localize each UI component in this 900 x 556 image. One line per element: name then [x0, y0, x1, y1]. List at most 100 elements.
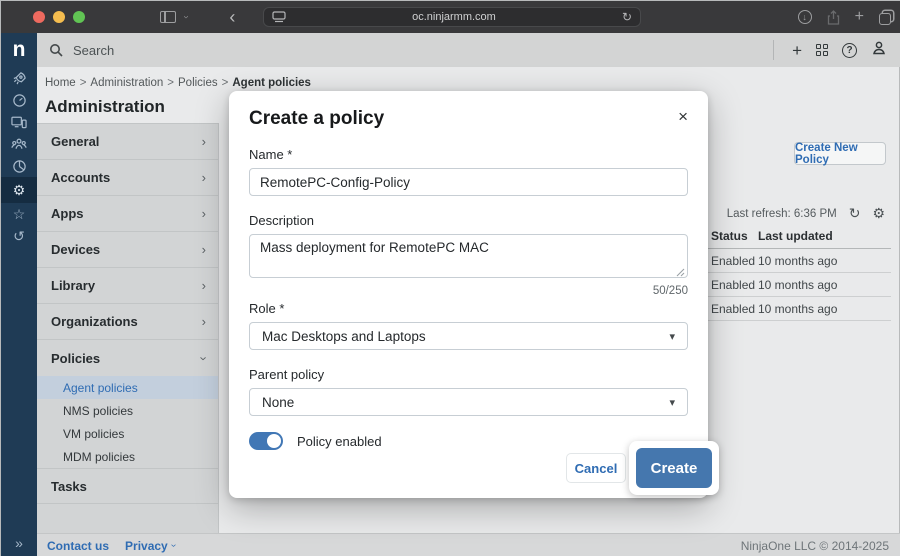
history-icon[interactable]: ↺	[1, 225, 37, 247]
parent-policy-select[interactable]: None ▾	[249, 388, 688, 416]
sidebar-item-tasks[interactable]: Tasks	[37, 468, 218, 504]
role-label: Role *	[249, 301, 688, 316]
table-settings-gear-icon[interactable]: ⚙	[872, 205, 885, 222]
chevron-right-icon: ›	[202, 278, 206, 293]
role-selected-value: Mac Desktops and Laptops	[262, 329, 426, 344]
cancel-button[interactable]: Cancel	[566, 453, 626, 483]
policy-enabled-toggle[interactable]	[249, 432, 283, 450]
breadcrumb: Home>Administration>Policies>Agent polic…	[45, 77, 311, 89]
favorites-star-icon[interactable]: ☆	[1, 203, 37, 225]
dropdown-caret-icon: ▾	[669, 396, 675, 409]
ninjaone-logo: n	[13, 33, 26, 67]
sidebar-subitem-nms-policies[interactable]: NMS policies	[37, 399, 218, 422]
page-settings-icon	[272, 11, 286, 23]
address-bar[interactable]: oc.ninjarmm.com ↻	[263, 7, 641, 27]
policy-enabled-label: Policy enabled	[297, 434, 382, 449]
description-label: Description	[249, 213, 688, 228]
search-input[interactable]	[73, 43, 373, 58]
chevron-right-icon: ›	[202, 170, 206, 185]
devices-icon[interactable]	[1, 111, 37, 133]
new-tab-icon[interactable]: +	[855, 8, 864, 26]
administration-gear-icon[interactable]: ⚙	[1, 177, 37, 203]
sidebar-item-policies[interactable]: Policies›	[37, 340, 218, 376]
table-toolbar: Last refresh: 6:36 PM ↻ ⚙	[727, 205, 885, 222]
sidebar-item-accounts[interactable]: Accounts›	[37, 160, 218, 196]
contact-us-link[interactable]: Contact us	[47, 539, 109, 553]
chevron-right-icon: ›	[202, 242, 206, 257]
refresh-icon[interactable]: ↻	[849, 205, 861, 222]
role-select[interactable]: Mac Desktops and Laptops ▾	[249, 322, 688, 350]
policy-description-textarea[interactable]: Mass deployment for RemotePC MAC	[249, 234, 688, 278]
create-new-policy-button[interactable]: Create New Policy	[794, 142, 886, 165]
left-icon-rail: n ⚙ ☆ ↺ »	[1, 33, 37, 556]
close-window-button[interactable]	[33, 11, 45, 23]
chevron-down-icon: ›	[168, 544, 179, 547]
dropdown-caret-icon: ▾	[669, 330, 675, 343]
table-row[interactable]: Enabled 10 months ago	[691, 297, 891, 321]
chevron-down-icon: ›	[196, 356, 211, 360]
create-button-highlight: Create	[629, 441, 719, 495]
divider	[773, 40, 774, 60]
sidebar-item-general[interactable]: General›	[37, 124, 218, 160]
breadcrumb-home[interactable]: Home	[45, 77, 76, 89]
resize-handle-icon[interactable]	[676, 268, 685, 277]
window-controls	[33, 11, 85, 23]
sidebar-item-devices[interactable]: Devices›	[37, 232, 218, 268]
chevron-down-icon[interactable]: ›	[181, 15, 191, 18]
url-text: oc.ninjarmm.com	[286, 11, 622, 23]
create-policy-modal: Create a policy × Name * Description Mas…	[229, 91, 708, 498]
user-profile-icon[interactable]	[871, 40, 887, 61]
close-icon[interactable]: ×	[678, 108, 688, 125]
policy-name-input[interactable]	[249, 168, 688, 196]
page-footer: Contact us Privacy › NinjaOne LLC © 2014…	[37, 533, 900, 556]
name-label: Name *	[249, 147, 688, 162]
downloads-icon[interactable]: ↓	[798, 10, 812, 24]
last-refresh-text: Last refresh: 6:36 PM	[727, 208, 837, 220]
organizations-people-icon[interactable]	[1, 133, 37, 155]
table-header-row: Status Last updated	[691, 229, 891, 249]
sidebar-subitem-mdm-policies[interactable]: MDM policies	[37, 445, 218, 468]
chevron-right-icon: ›	[202, 206, 206, 221]
parent-policy-label: Parent policy	[249, 367, 688, 382]
create-button[interactable]: Create	[636, 448, 712, 488]
sidebar-item-apps[interactable]: Apps›	[37, 196, 218, 232]
copyright-text: NinjaOne LLC © 2014-2025	[741, 539, 889, 553]
dashboard-icon[interactable]	[1, 89, 37, 111]
sidebar-subitem-vm-policies[interactable]: VM policies	[37, 422, 218, 445]
sidebar-item-organizations[interactable]: Organizations›	[37, 304, 218, 340]
reporting-pie-icon[interactable]	[1, 155, 37, 177]
administration-sidebar: General› Accounts› Apps› Devices› Librar…	[37, 123, 219, 533]
modal-title: Create a policy	[249, 108, 688, 130]
page-title: Administration	[45, 97, 165, 117]
browser-chrome: › ‹ › oc.ninjarmm.com ↻ ↓ +	[1, 1, 900, 33]
share-icon[interactable]	[827, 10, 840, 25]
breadcrumb-policies[interactable]: Policies	[178, 77, 218, 89]
toggle-knob	[267, 434, 281, 448]
minimize-window-button[interactable]	[53, 11, 65, 23]
search-icon	[49, 43, 63, 57]
table-row[interactable]: Enabled 10 months ago	[691, 249, 891, 273]
character-counter: 50/250	[249, 285, 688, 297]
reload-icon[interactable]: ↻	[622, 10, 632, 24]
sidebar-item-library[interactable]: Library›	[37, 268, 218, 304]
sidebar-subitem-agent-policies[interactable]: Agent policies	[37, 376, 218, 399]
browser-sidebar-icon[interactable]	[160, 11, 176, 23]
quick-add-plus-icon[interactable]: +	[792, 42, 802, 59]
breadcrumb-administration[interactable]: Administration	[90, 77, 163, 89]
help-icon[interactable]: ?	[842, 43, 857, 58]
breadcrumb-agent-policies: Agent policies	[232, 77, 311, 89]
tab-overview-icon[interactable]	[879, 13, 891, 25]
getting-started-rocket-icon[interactable]	[1, 67, 37, 89]
back-button[interactable]: ‹	[229, 8, 235, 26]
column-header-last-updated[interactable]: Last updated	[758, 229, 891, 248]
apps-grid-icon[interactable]	[816, 44, 828, 56]
parent-policy-selected-value: None	[262, 395, 294, 410]
zoom-window-button[interactable]	[73, 11, 85, 23]
expand-rail-icon[interactable]: »	[15, 535, 23, 551]
policies-table: Status Last updated Enabled 10 months ag…	[691, 229, 891, 321]
chevron-right-icon: ›	[202, 134, 206, 149]
privacy-link[interactable]: Privacy	[125, 539, 168, 553]
app-header: + ?	[37, 33, 900, 67]
table-row[interactable]: Enabled 10 months ago	[691, 273, 891, 297]
chevron-right-icon: ›	[202, 314, 206, 329]
